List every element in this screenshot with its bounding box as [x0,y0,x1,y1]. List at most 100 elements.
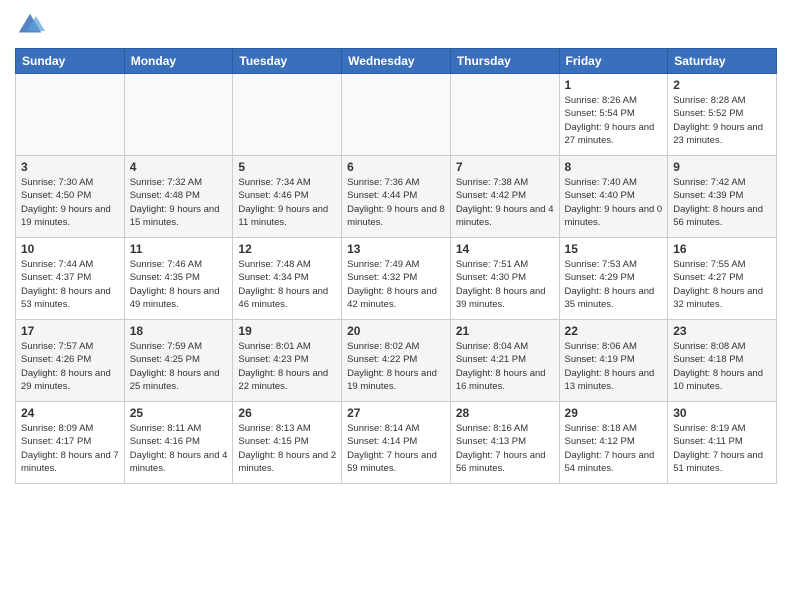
header [15,10,777,40]
col-friday: Friday [559,49,668,74]
calendar-cell: 21Sunrise: 8:04 AM Sunset: 4:21 PM Dayli… [450,320,559,402]
day-info: Sunrise: 8:14 AM Sunset: 4:14 PM Dayligh… [347,422,445,475]
day-info: Sunrise: 7:32 AM Sunset: 4:48 PM Dayligh… [130,176,228,229]
calendar-cell: 20Sunrise: 8:02 AM Sunset: 4:22 PM Dayli… [342,320,451,402]
calendar-cell: 24 Sunrise: 8:09 AM Sunset: 4:17 PM Dayli… [16,402,125,484]
calendar-week-2: 3 Sunrise: 7:30 AM Sunset: 4:50 PM Daylig… [16,156,777,238]
calendar-cell: 25 Sunrise: 8:11 AM Sunset: 4:16 PM Dayli… [124,402,233,484]
day-info: Sunrise: 7:59 AM Sunset: 4:25 PM Dayligh… [130,340,228,393]
calendar-cell: 2 Sunrise: 8:28 AM Sunset: 5:52 PM Daylig… [668,74,777,156]
calendar-cell: 22 Sunrise: 8:06 AM Sunset: 4:19 PM Dayli… [559,320,668,402]
day-info: Sunrise: 8:02 AM Sunset: 4:22 PM Dayligh… [347,340,445,393]
calendar-header: Sunday Monday Tuesday Wednesday Thursday… [16,49,777,74]
day-info: Sunrise: 7:40 AM Sunset: 4:40 PM Dayligh… [565,176,663,229]
day-number: 16 [673,242,771,256]
calendar-cell: 27Sunrise: 8:14 AM Sunset: 4:14 PM Dayli… [342,402,451,484]
calendar-cell: 17 Sunrise: 7:57 AM Sunset: 4:26 PM Dayli… [16,320,125,402]
calendar-cell: 4 Sunrise: 7:32 AM Sunset: 4:48 PM Daylig… [124,156,233,238]
calendar-body: 1 Sunrise: 8:26 AM Sunset: 5:54 PM Daylig… [16,74,777,484]
col-tuesday: Tuesday [233,49,342,74]
calendar-cell: 3 Sunrise: 7:30 AM Sunset: 4:50 PM Daylig… [16,156,125,238]
calendar-cell: 19 Sunrise: 8:01 AM Sunset: 4:23 PM Dayli… [233,320,342,402]
day-info: Sunrise: 8:06 AM Sunset: 4:19 PM Dayligh… [565,340,663,393]
header-row: Sunday Monday Tuesday Wednesday Thursday… [16,49,777,74]
calendar-cell: 18 Sunrise: 7:59 AM Sunset: 4:25 PM Dayli… [124,320,233,402]
calendar-cell: 5Sunrise: 7:34 AM Sunset: 4:46 PM Daylig… [233,156,342,238]
calendar-cell [124,74,233,156]
day-number: 2 [673,78,771,92]
day-number: 21 [456,324,554,338]
day-info: Sunrise: 8:26 AM Sunset: 5:54 PM Dayligh… [565,94,663,147]
day-number: 10 [21,242,119,256]
day-number: 25 [130,406,228,420]
calendar-cell: 12 Sunrise: 7:48 AM Sunset: 4:34 PM Dayli… [233,238,342,320]
day-info: Sunrise: 8:08 AM Sunset: 4:18 PM Dayligh… [673,340,771,393]
calendar-cell: 8 Sunrise: 7:40 AM Sunset: 4:40 PM Daylig… [559,156,668,238]
calendar-cell: 15 Sunrise: 7:53 AM Sunset: 4:29 PM Dayli… [559,238,668,320]
day-info: Sunrise: 7:46 AM Sunset: 4:35 PM Dayligh… [130,258,228,311]
day-info: Sunrise: 7:36 AM Sunset: 4:44 PM Dayligh… [347,176,445,229]
col-wednesday: Wednesday [342,49,451,74]
day-number: 12 [238,242,336,256]
day-info: Sunrise: 7:42 AM Sunset: 4:39 PM Dayligh… [673,176,771,229]
logo [15,10,49,40]
day-number: 17 [21,324,119,338]
col-saturday: Saturday [668,49,777,74]
day-number: 28 [456,406,554,420]
calendar-cell: 26Sunrise: 8:13 AM Sunset: 4:15 PM Dayli… [233,402,342,484]
calendar-week-5: 24 Sunrise: 8:09 AM Sunset: 4:17 PM Dayli… [16,402,777,484]
day-number: 30 [673,406,771,420]
day-info: Sunrise: 7:48 AM Sunset: 4:34 PM Dayligh… [238,258,336,311]
day-number: 4 [130,160,228,174]
calendar-cell [16,74,125,156]
day-number: 23 [673,324,771,338]
calendar-cell: 28 Sunrise: 8:16 AM Sunset: 4:13 PM Dayli… [450,402,559,484]
calendar-cell: 6Sunrise: 7:36 AM Sunset: 4:44 PM Daylig… [342,156,451,238]
page-container: Sunday Monday Tuesday Wednesday Thursday… [0,0,792,494]
day-info: Sunrise: 7:38 AM Sunset: 4:42 PM Dayligh… [456,176,554,229]
calendar-cell: 9 Sunrise: 7:42 AM Sunset: 4:39 PM Daylig… [668,156,777,238]
day-number: 8 [565,160,663,174]
calendar-cell: 1 Sunrise: 8:26 AM Sunset: 5:54 PM Daylig… [559,74,668,156]
calendar-cell: 7Sunrise: 7:38 AM Sunset: 4:42 PM Daylig… [450,156,559,238]
day-number: 13 [347,242,445,256]
day-info: Sunrise: 8:01 AM Sunset: 4:23 PM Dayligh… [238,340,336,393]
day-number: 22 [565,324,663,338]
calendar-cell: 13Sunrise: 7:49 AM Sunset: 4:32 PM Dayli… [342,238,451,320]
day-number: 14 [456,242,554,256]
day-info: Sunrise: 7:30 AM Sunset: 4:50 PM Dayligh… [21,176,119,229]
logo-icon [15,10,45,40]
calendar-cell [233,74,342,156]
col-sunday: Sunday [16,49,125,74]
day-info: Sunrise: 7:53 AM Sunset: 4:29 PM Dayligh… [565,258,663,311]
day-number: 15 [565,242,663,256]
day-info: Sunrise: 7:57 AM Sunset: 4:26 PM Dayligh… [21,340,119,393]
day-number: 3 [21,160,119,174]
day-number: 9 [673,160,771,174]
calendar-cell: 11 Sunrise: 7:46 AM Sunset: 4:35 PM Dayli… [124,238,233,320]
day-number: 1 [565,78,663,92]
calendar-week-1: 1 Sunrise: 8:26 AM Sunset: 5:54 PM Daylig… [16,74,777,156]
day-info: Sunrise: 7:51 AM Sunset: 4:30 PM Dayligh… [456,258,554,311]
day-number: 18 [130,324,228,338]
calendar-week-4: 17 Sunrise: 7:57 AM Sunset: 4:26 PM Dayli… [16,320,777,402]
calendar-week-3: 10 Sunrise: 7:44 AM Sunset: 4:37 PM Dayli… [16,238,777,320]
calendar-cell: 16Sunrise: 7:55 AM Sunset: 4:27 PM Dayli… [668,238,777,320]
day-info: Sunrise: 8:16 AM Sunset: 4:13 PM Dayligh… [456,422,554,475]
col-thursday: Thursday [450,49,559,74]
calendar-cell: 29Sunrise: 8:18 AM Sunset: 4:12 PM Dayli… [559,402,668,484]
calendar-cell: 23 Sunrise: 8:08 AM Sunset: 4:18 PM Dayli… [668,320,777,402]
day-info: Sunrise: 8:28 AM Sunset: 5:52 PM Dayligh… [673,94,771,147]
day-number: 5 [238,160,336,174]
day-info: Sunrise: 8:19 AM Sunset: 4:11 PM Dayligh… [673,422,771,475]
day-number: 29 [565,406,663,420]
day-info: Sunrise: 8:11 AM Sunset: 4:16 PM Dayligh… [130,422,228,475]
day-info: Sunrise: 8:09 AM Sunset: 4:17 PM Dayligh… [21,422,119,475]
day-number: 11 [130,242,228,256]
day-number: 19 [238,324,336,338]
col-monday: Monday [124,49,233,74]
day-number: 24 [21,406,119,420]
calendar-cell [450,74,559,156]
day-info: Sunrise: 7:44 AM Sunset: 4:37 PM Dayligh… [21,258,119,311]
calendar-cell [342,74,451,156]
